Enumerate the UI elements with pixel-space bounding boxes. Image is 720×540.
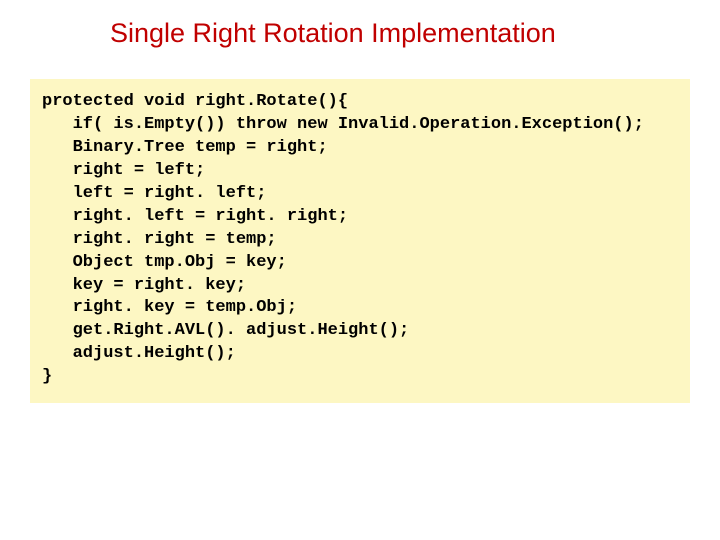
slide-title: Single Right Rotation Implementation: [0, 0, 720, 49]
code-block: protected void right.Rotate(){ if( is.Em…: [30, 79, 690, 403]
